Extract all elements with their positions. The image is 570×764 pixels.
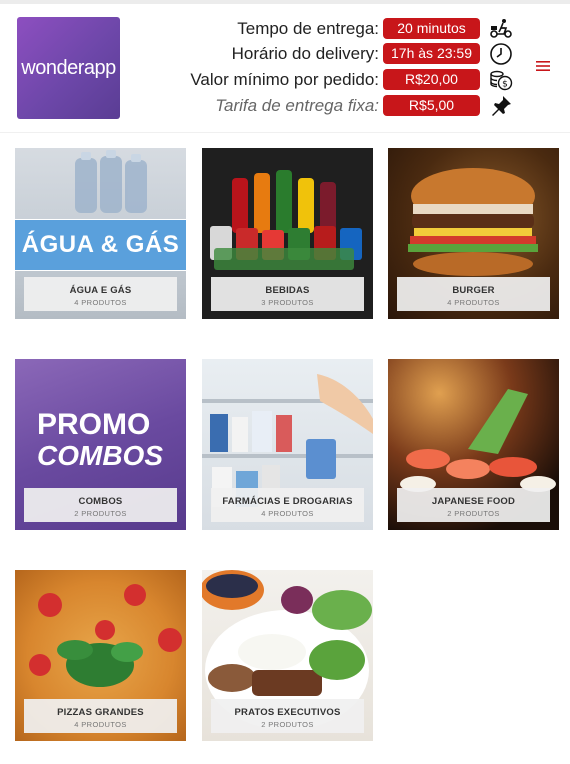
category-name: Farmácias e Drogarias bbox=[222, 496, 353, 507]
clock-icon bbox=[490, 43, 512, 65]
category-label-card: Burger 4 produtos bbox=[397, 277, 550, 311]
category-count: 4 produtos bbox=[74, 720, 127, 729]
category-farmacias[interactable]: Farmácias e Drogarias 4 produtos bbox=[202, 359, 373, 530]
min-order-label: Valor mínimo por pedido: bbox=[190, 70, 379, 89]
min-order-value: R$20,00 bbox=[383, 69, 480, 90]
promo-combos-banner: PROMO COMBOS bbox=[37, 409, 163, 471]
category-label-card: Farmácias e Drogarias 4 produtos bbox=[211, 488, 364, 522]
category-label-card: Pratos Executivos 2 produtos bbox=[211, 699, 364, 733]
category-name: Bebidas bbox=[265, 285, 310, 296]
category-count: 2 produtos bbox=[447, 509, 500, 518]
category-name: Água e Gás bbox=[69, 285, 132, 296]
category-count: 3 produtos bbox=[261, 298, 314, 307]
category-name: Combos bbox=[78, 496, 123, 507]
brand-logo[interactable]: wonderapp bbox=[17, 17, 120, 119]
scooter-icon bbox=[490, 19, 512, 38]
top-border bbox=[0, 0, 570, 4]
logo-text: wonderapp bbox=[21, 56, 116, 79]
svg-text:$: $ bbox=[502, 80, 508, 90]
category-combos[interactable]: PROMO COMBOS Combos 2 produtos bbox=[15, 359, 186, 530]
promo-line-1: PROMO bbox=[37, 408, 151, 441]
category-pratos-executivos[interactable]: Pratos Executivos 2 produtos bbox=[202, 570, 373, 741]
header-divider bbox=[0, 132, 570, 133]
category-label-card: Bebidas 3 produtos bbox=[211, 277, 364, 311]
category-burger[interactable]: Burger 4 produtos bbox=[388, 148, 559, 319]
category-bebidas[interactable]: Bebidas 3 produtos bbox=[202, 148, 373, 319]
category-agua-gas[interactable]: ÁGUA & GÁS Água e Gás 4 produtos bbox=[15, 148, 186, 319]
delivery-time-value: 20 minutos bbox=[383, 18, 480, 39]
category-name: Pizzas Grandes bbox=[57, 707, 144, 718]
pin-icon bbox=[492, 96, 511, 116]
category-count: 2 produtos bbox=[74, 509, 127, 518]
delivery-hours-value: 17h às 23:59 bbox=[383, 43, 480, 64]
delivery-time-label: Tempo de entrega: bbox=[237, 19, 379, 38]
category-count: 4 produtos bbox=[447, 298, 500, 307]
delivery-fee-row: Tarifa de entrega fixa: R$5,00 bbox=[150, 95, 490, 117]
category-name: Japanese Food bbox=[431, 496, 516, 507]
category-count: 4 produtos bbox=[261, 509, 314, 518]
category-pizzas-grandes[interactable]: Pizzas Grandes 4 produtos bbox=[15, 570, 186, 741]
category-count: 4 produtos bbox=[74, 298, 127, 307]
min-order-row: Valor mínimo por pedido: R$20,00 bbox=[150, 69, 490, 91]
category-label-card: Água e Gás 4 produtos bbox=[24, 277, 177, 311]
category-name: Burger bbox=[452, 285, 495, 296]
delivery-fee-value: R$5,00 bbox=[383, 95, 480, 116]
coins-icon: $ bbox=[490, 70, 513, 91]
agua-gas-banner-text: ÁGUA & GÁS bbox=[21, 231, 180, 258]
promo-line-2: COMBOS bbox=[37, 440, 163, 471]
hamburger-menu-icon[interactable] bbox=[536, 60, 550, 72]
category-label-card: Pizzas Grandes 4 produtos bbox=[24, 699, 177, 733]
category-name: Pratos Executivos bbox=[234, 707, 341, 718]
delivery-hours-label: Horário do delivery: bbox=[231, 44, 379, 63]
delivery-hours-row: Horário do delivery: 17h às 23:59 bbox=[150, 43, 490, 65]
category-label-card: Combos 2 produtos bbox=[24, 488, 177, 522]
delivery-time-row: Tempo de entrega: 20 minutos bbox=[150, 18, 490, 40]
category-label-card: Japanese Food 2 produtos bbox=[397, 488, 550, 522]
category-count: 2 produtos bbox=[261, 720, 314, 729]
category-japanese-food[interactable]: Japanese Food 2 produtos bbox=[388, 359, 559, 530]
delivery-fee-label: Tarifa de entrega fixa: bbox=[215, 96, 379, 115]
agua-gas-banner: ÁGUA & GÁS bbox=[15, 219, 186, 271]
